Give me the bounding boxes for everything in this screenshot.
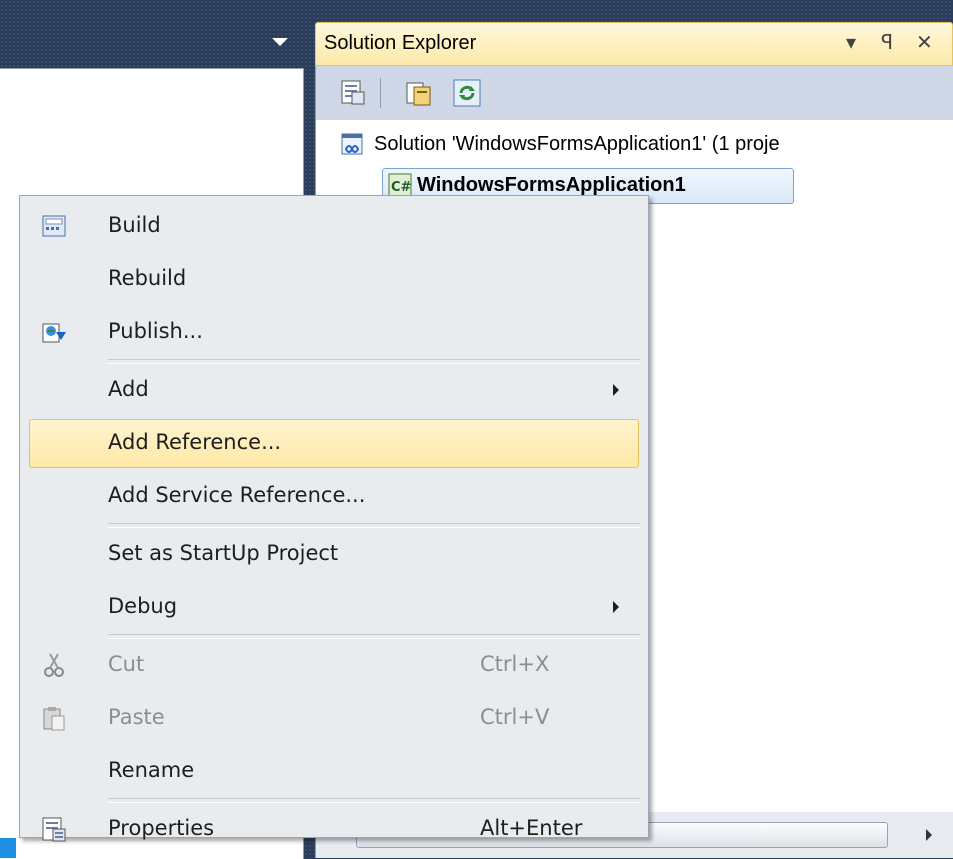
properties-toolbar-icon[interactable] xyxy=(338,78,368,108)
menu-item-label: Properties xyxy=(108,816,215,840)
solution-explorer-title: Solution Explorer xyxy=(324,32,477,54)
refresh-icon[interactable] xyxy=(452,78,482,108)
menu-item-label: Set as StartUp Project xyxy=(108,541,339,565)
paste-icon xyxy=(43,707,65,731)
scissors-icon xyxy=(44,653,64,677)
menu-item-label: Publish... xyxy=(108,319,203,343)
menu-item-properties[interactable]: Properties Alt+Enter xyxy=(20,803,648,856)
pin-icon[interactable]: ꟼ xyxy=(881,30,893,54)
menu-item-label: Add Service Reference... xyxy=(108,483,366,507)
properties-icon xyxy=(42,817,66,842)
solution-label: Solution 'WindowsFormsApplication1' (1 p… xyxy=(374,133,780,155)
dropdown-icon[interactable]: ▾ xyxy=(846,30,856,54)
status-indicator xyxy=(0,838,16,858)
menu-item-label: Rename xyxy=(108,758,195,782)
svg-text:C#: C# xyxy=(391,180,412,195)
menu-item-publish[interactable]: Publish... xyxy=(20,306,648,359)
solution-explorer-title-bar[interactable]: Solution Explorer ▾ ꟼ ✕ xyxy=(315,22,953,66)
document-tab-dropdown-icon[interactable] xyxy=(272,38,288,46)
menu-item-label: Add Reference... xyxy=(108,430,282,454)
tree-item-solution[interactable]: Solution 'WindowsFormsApplication1' (1 p… xyxy=(340,128,953,162)
solution-icon xyxy=(341,133,363,155)
menu-item-add[interactable]: Add xyxy=(20,364,648,417)
menu-item-cut: Cut Ctrl+X xyxy=(20,639,648,692)
menu-item-add-reference[interactable]: Add Reference... xyxy=(20,417,648,470)
menu-item-paste: Paste Ctrl+V xyxy=(20,692,648,745)
submenu-arrow-icon xyxy=(613,384,619,396)
show-all-files-icon[interactable] xyxy=(404,78,434,108)
menu-item-label: Paste xyxy=(108,705,165,729)
menu-item-shortcut: Alt+Enter xyxy=(480,816,583,840)
menu-item-set-as-startup-project[interactable]: Set as StartUp Project xyxy=(20,528,648,581)
build-icon xyxy=(42,215,66,237)
menu-item-label: Debug xyxy=(108,594,178,618)
menu-item-debug[interactable]: Debug xyxy=(20,581,648,634)
publish-icon xyxy=(42,323,66,343)
menu-item-label: Cut xyxy=(108,652,145,676)
submenu-arrow-icon xyxy=(613,601,619,613)
menu-item-rename[interactable]: Rename xyxy=(20,745,648,798)
context-menu: Build Rebuild Publish... Add Add Reference..… xyxy=(19,195,649,842)
close-icon[interactable]: ✕ xyxy=(916,30,933,54)
toolbar-separator xyxy=(380,78,381,108)
project-label: WindowsFormsApplication1 xyxy=(417,174,686,196)
menu-item-add-service-reference[interactable]: Add Service Reference... xyxy=(20,470,648,523)
menu-item-shortcut: Ctrl+V xyxy=(480,705,550,729)
menu-item-label: Add xyxy=(108,377,149,401)
scroll-right-icon[interactable] xyxy=(926,829,932,841)
menu-item-build[interactable]: Build xyxy=(20,200,648,253)
menu-item-rebuild[interactable]: Rebuild xyxy=(20,253,648,306)
menu-item-label: Rebuild xyxy=(108,266,187,290)
solution-explorer-toolbar xyxy=(315,66,953,120)
menu-item-label: Build xyxy=(108,213,161,237)
context-menu-items: Build Rebuild Publish... Add Add Reference..… xyxy=(20,200,648,856)
menu-item-shortcut: Ctrl+X xyxy=(480,652,550,676)
